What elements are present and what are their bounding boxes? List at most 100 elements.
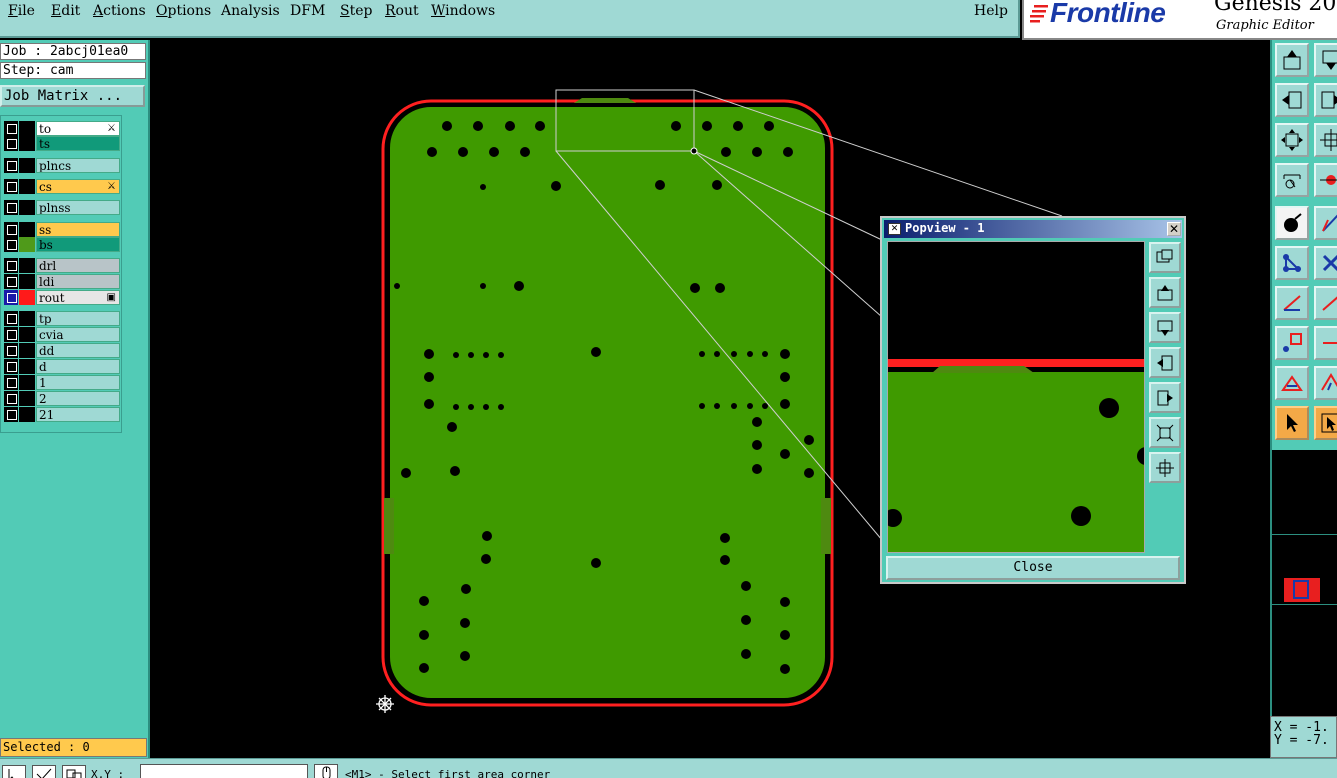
layer-checkbox[interactable]: [4, 343, 18, 358]
layer-color-swatch[interactable]: [19, 237, 35, 252]
layer-row-21[interactable]: 21: [2, 407, 120, 422]
close-icon[interactable]: ✕: [1167, 222, 1181, 236]
layer-checkbox[interactable]: [4, 121, 18, 136]
popview-pan-left[interactable]: [1149, 347, 1181, 378]
menu-options[interactable]: Options: [156, 3, 211, 19]
layer-name[interactable]: cvia: [36, 327, 120, 342]
pan-right-button[interactable]: [1314, 83, 1337, 117]
layer-name[interactable]: ldi: [36, 274, 120, 289]
layer-color-swatch[interactable]: [19, 136, 35, 151]
layer-row-drl[interactable]: drl: [2, 258, 120, 273]
layer-checkbox[interactable]: [4, 179, 18, 194]
popview-zoom-fit[interactable]: [1149, 417, 1181, 448]
arc-button[interactable]: [1314, 366, 1337, 400]
layer-row-1[interactable]: 1: [2, 375, 120, 390]
layer-row-plncs[interactable]: plncs: [2, 158, 120, 173]
layer-checkbox[interactable]: [4, 391, 18, 406]
layer-color-swatch[interactable]: [19, 290, 35, 305]
layer-name[interactable]: to ⚔: [36, 121, 120, 136]
layer-row-ldi[interactable]: ldi: [2, 274, 120, 289]
layer-row-bs[interactable]: bs: [2, 237, 120, 252]
layer-name[interactable]: ss: [36, 222, 120, 237]
select-feature-button[interactable]: [1275, 206, 1309, 240]
layer-row-2[interactable]: 2: [2, 391, 120, 406]
layer-color-swatch[interactable]: [19, 222, 35, 237]
pointer-button[interactable]: [1275, 406, 1309, 440]
layer-name[interactable]: 21: [36, 407, 120, 422]
layer-row-plnss[interactable]: plnss: [2, 200, 120, 215]
select-pointer-button[interactable]: [1314, 406, 1337, 440]
layer-color-swatch[interactable]: [19, 407, 35, 422]
layer-color-swatch[interactable]: [19, 158, 35, 173]
prompt-button[interactable]: [314, 764, 338, 778]
menu-file[interactable]: File: [8, 3, 35, 19]
layer-row-ss[interactable]: ss: [2, 222, 120, 237]
layer-name[interactable]: 1: [36, 375, 120, 390]
layer-color-swatch[interactable]: [19, 179, 35, 194]
zoom-home-button[interactable]: [1314, 123, 1337, 157]
layer-color-swatch[interactable]: [19, 375, 35, 390]
layer-color-swatch[interactable]: [19, 121, 35, 136]
zoom-fit-button[interactable]: [1275, 123, 1309, 157]
layer-name[interactable]: 2: [36, 391, 120, 406]
layer-row-d[interactable]: d: [2, 359, 120, 374]
popview-zoom-home[interactable]: [1149, 452, 1181, 483]
menu-step[interactable]: Step: [340, 3, 372, 19]
layer-name[interactable]: drl: [36, 258, 120, 273]
polygon-button[interactable]: [1275, 366, 1309, 400]
popview-pan-up[interactable]: [1149, 277, 1181, 308]
slant-line-button[interactable]: [1314, 286, 1337, 320]
layer-name[interactable]: d: [36, 359, 120, 374]
zoom-up-button[interactable]: [1275, 43, 1309, 77]
menu-dfm[interactable]: DFM: [290, 3, 325, 19]
select-mode-button[interactable]: [2, 765, 26, 778]
layer-row-rout[interactable]: rout ▣: [2, 290, 120, 305]
layer-name[interactable]: plncs: [36, 158, 120, 173]
layer-name[interactable]: ts: [36, 136, 120, 151]
xy-input[interactable]: [140, 764, 308, 778]
menu-edit[interactable]: Edit: [51, 3, 80, 19]
layer-checkbox[interactable]: [4, 274, 18, 289]
layer-color-swatch[interactable]: [19, 343, 35, 358]
layer-name[interactable]: dd: [36, 343, 120, 358]
layer-row-to[interactable]: to ⚔: [2, 121, 120, 136]
layer-row-dd[interactable]: dd: [2, 343, 120, 358]
popview-close-button[interactable]: Close: [886, 556, 1180, 580]
window-button[interactable]: [62, 765, 86, 778]
layer-row-cvia[interactable]: cvia: [2, 327, 120, 342]
job-matrix-button[interactable]: Job Matrix ...: [0, 85, 145, 107]
layer-name[interactable]: bs: [36, 237, 120, 252]
layer-checkbox[interactable]: [4, 375, 18, 390]
layer-checkbox[interactable]: [4, 359, 18, 374]
menu-rout[interactable]: Rout: [385, 3, 419, 19]
layer-checkbox[interactable]: [4, 222, 18, 237]
snap-button[interactable]: [1314, 163, 1337, 197]
layer-checkbox[interactable]: [4, 200, 18, 215]
layer-name[interactable]: cs ⚔: [36, 179, 120, 194]
horizontal-line-button[interactable]: [1314, 326, 1337, 360]
popview-pan-down[interactable]: [1149, 312, 1181, 343]
layer-row-ts[interactable]: ts: [2, 136, 120, 151]
net-connect-button[interactable]: [1275, 246, 1309, 280]
edit-feature-button[interactable]: [1314, 206, 1337, 240]
add-pad-button[interactable]: [1275, 326, 1309, 360]
menu-help[interactable]: Help: [974, 3, 1008, 19]
layer-color-swatch[interactable]: [19, 200, 35, 215]
route-line-button[interactable]: [1275, 286, 1309, 320]
layer-checkbox[interactable]: [4, 327, 18, 342]
layer-color-swatch[interactable]: [19, 359, 35, 374]
layer-color-swatch[interactable]: [19, 311, 35, 326]
layer-checkbox[interactable]: [4, 258, 18, 273]
popview-titlebar[interactable]: ✕ Popview - 1 ✕: [884, 220, 1182, 238]
popview-pan-right[interactable]: [1149, 382, 1181, 413]
menu-windows[interactable]: Windows: [431, 3, 495, 19]
measure-button[interactable]: [1275, 163, 1309, 197]
layer-checkbox[interactable]: [4, 237, 18, 252]
layer-checkbox[interactable]: [4, 290, 18, 305]
layer-checkbox[interactable]: [4, 407, 18, 422]
layer-checkbox[interactable]: [4, 158, 18, 173]
confirm-button[interactable]: [32, 765, 56, 778]
layer-name[interactable]: plnss: [36, 200, 120, 215]
layer-color-swatch[interactable]: [19, 258, 35, 273]
layer-name[interactable]: tp: [36, 311, 120, 326]
